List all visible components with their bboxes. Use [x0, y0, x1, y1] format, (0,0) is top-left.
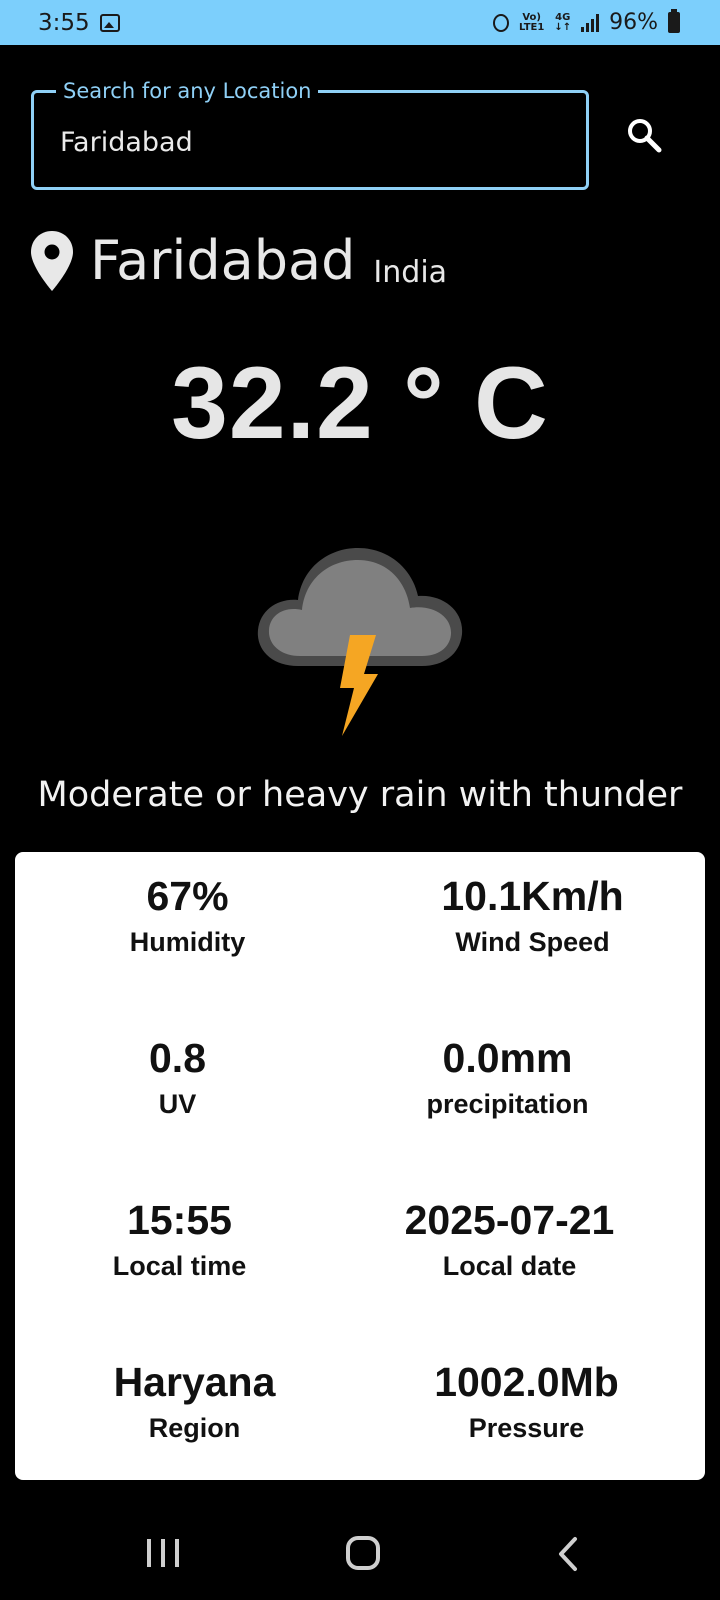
- stat-value: 0.0mm: [442, 1035, 573, 1081]
- search-label: Search for any Location: [56, 79, 319, 103]
- volte-bottom-label: LTE1: [519, 21, 545, 33]
- stat-label: Pressure: [468, 1413, 585, 1443]
- volte-indicator: Vo) LTE1: [519, 11, 545, 33]
- gallery-notification-icon: [100, 14, 120, 32]
- back-button[interactable]: [553, 1536, 585, 1572]
- status-bar: 3:55 Vo) LTE1 4G ↓↑ 96%: [0, 0, 720, 45]
- signal-strength-icon: [581, 13, 600, 32]
- stat-value: Haryana: [113, 1359, 276, 1405]
- stat-value: 1002.0Mb: [434, 1359, 619, 1405]
- stat-label: precipitation: [426, 1089, 589, 1119]
- recent-apps-icon: [147, 1539, 151, 1567]
- stat-local-time: 15:55 Local time: [7, 1196, 352, 1284]
- data-arrows-label: ↓↑: [554, 21, 572, 33]
- stat-value: 10.1Km/h: [441, 873, 624, 919]
- recent-apps-button[interactable]: [147, 1539, 179, 1567]
- home-button[interactable]: [346, 1536, 380, 1570]
- stat-precipitation: 0.0mm precipitation: [335, 1034, 680, 1122]
- stat-label: UV: [158, 1089, 197, 1119]
- search-input[interactable]: Search for any Location Faridabad: [31, 79, 589, 190]
- battery-percent: 96%: [609, 10, 658, 35]
- data-type-label: 4G: [555, 11, 571, 23]
- battery-icon: [668, 9, 680, 33]
- location-pin-icon: [31, 231, 73, 291]
- stat-wind-speed: 10.1Km/h Wind Speed: [360, 872, 705, 960]
- stat-pressure: 1002.0Mb Pressure: [354, 1358, 699, 1446]
- search-icon: [628, 119, 662, 153]
- stat-label: Local time: [112, 1251, 247, 1281]
- search-value[interactable]: Faridabad: [60, 127, 193, 158]
- temperature: 32.2 ° C: [171, 346, 549, 460]
- stat-value: 0.8: [149, 1035, 206, 1081]
- details-card: 67% Humidity 10.1Km/h Wind Speed 0.8 UV …: [15, 852, 705, 1480]
- stat-value: 15:55: [127, 1197, 232, 1243]
- mobile-data-indicator: 4G ↓↑: [554, 11, 572, 33]
- stat-local-date: 2025-07-21 Local date: [337, 1196, 682, 1284]
- stat-humidity: 67% Humidity: [15, 872, 360, 960]
- stat-value: 67%: [146, 873, 229, 919]
- weather-condition: Moderate or heavy rain with thunder: [37, 775, 683, 815]
- stat-label: Region: [148, 1413, 241, 1443]
- stat-label: Humidity: [129, 927, 246, 957]
- status-icons: Vo) LTE1 4G ↓↑ 96%: [493, 9, 680, 35]
- data-saver-icon: [493, 13, 509, 32]
- back-icon: [559, 1537, 577, 1571]
- location-header: Faridabad India: [30, 230, 447, 292]
- stat-label: Local date: [442, 1251, 577, 1281]
- city-name: Faridabad: [90, 229, 356, 292]
- status-time: 3:55: [38, 10, 90, 36]
- stat-region: Haryana Region: [22, 1358, 367, 1446]
- stat-label: Wind Speed: [455, 927, 610, 957]
- search-button[interactable]: [626, 117, 664, 155]
- country-name: India: [373, 255, 448, 290]
- stat-uv: 0.8 UV: [5, 1034, 350, 1122]
- stat-value: 2025-07-21: [404, 1197, 615, 1243]
- volte-top-label: Vo): [522, 11, 541, 23]
- thunder-cloud-icon: [257, 548, 463, 736]
